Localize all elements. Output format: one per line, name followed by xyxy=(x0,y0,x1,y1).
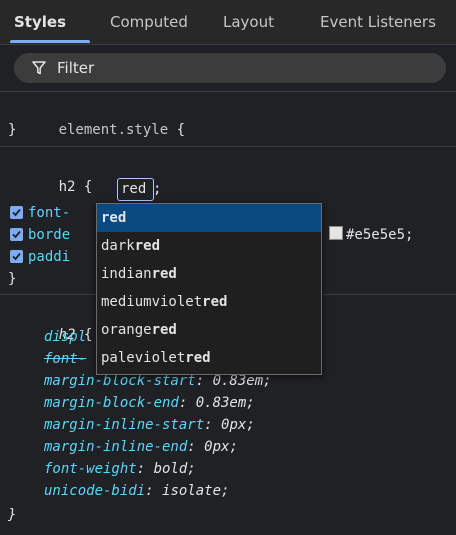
ua-declaration: unicode-bidi: isolate; xyxy=(44,483,230,499)
suggestion-darkred[interactable]: darkred xyxy=(97,232,321,260)
padding-property-partial[interactable]: paddi xyxy=(28,246,70,268)
ua-declaration: margin-block-end: 0.83em; xyxy=(44,395,255,411)
color-value-editor[interactable]: red xyxy=(117,178,154,201)
check-icon xyxy=(12,208,21,217)
border-property-partial[interactable]: borde xyxy=(28,224,70,246)
active-tab-indicator xyxy=(10,40,90,43)
suggestion-orangered[interactable]: orangered xyxy=(97,316,321,344)
element-style-open-brace: { xyxy=(176,122,186,138)
check-icon xyxy=(12,252,21,261)
panel-tabbar: Styles Computed Layout Event Listeners xyxy=(0,0,456,45)
border-declaration-checkbox[interactable] xyxy=(10,228,23,241)
element-style-rule[interactable]: element.style { xyxy=(8,97,185,138)
color-value-text: red xyxy=(121,181,147,197)
font-declaration-checkbox[interactable] xyxy=(10,206,23,219)
h2-rule-header[interactable]: h2 { xyxy=(8,154,93,195)
tab-computed[interactable]: Computed xyxy=(110,0,188,44)
element-style-close-brace: } xyxy=(8,122,17,138)
color-swatch[interactable] xyxy=(329,226,343,240)
tab-styles[interactable]: Styles xyxy=(14,0,66,44)
filter-icon xyxy=(32,61,46,75)
filter-row: Filter xyxy=(0,45,456,92)
ua-font-partial: font- xyxy=(44,351,87,367)
suggestion-indianred[interactable]: indianred xyxy=(97,260,321,288)
ua-h2-rule-header[interactable]: h2 { xyxy=(8,302,93,343)
check-icon xyxy=(12,230,21,239)
filter-label: Filter xyxy=(57,59,95,77)
color-autocomplete-list: red darkred indianred mediumvioletred or… xyxy=(96,203,322,375)
font-property-partial[interactable]: font- xyxy=(28,202,70,224)
devtools-styles-pane: Styles Computed Layout Event Listeners F… xyxy=(0,0,456,535)
ua-declaration: margin-inline-start: 0px; xyxy=(44,417,255,433)
h2-close-brace: } xyxy=(8,271,17,287)
ua-declaration: margin-inline-end: 0px; xyxy=(44,439,238,455)
ua-declaration: font-weight: bold; xyxy=(44,461,196,477)
suggestion-red[interactable]: red xyxy=(97,204,321,232)
suggestion-palevioletred[interactable]: palevioletred xyxy=(97,344,321,372)
ua-close-brace: } xyxy=(8,507,17,523)
ua-display-partial: displ xyxy=(44,329,87,345)
filter-input[interactable]: Filter xyxy=(14,53,446,83)
border-color-value[interactable]: #e5e5e5; xyxy=(346,224,413,246)
suggestion-mediumvioletred[interactable]: mediumvioletred xyxy=(97,288,321,316)
element-style-selector: element.style xyxy=(58,122,169,138)
rule-divider xyxy=(0,146,456,147)
semicolon: ; xyxy=(153,181,162,197)
tab-event-listeners[interactable]: Event Listeners xyxy=(320,0,436,44)
tab-layout[interactable]: Layout xyxy=(223,0,274,44)
padding-declaration-checkbox[interactable] xyxy=(10,250,23,263)
